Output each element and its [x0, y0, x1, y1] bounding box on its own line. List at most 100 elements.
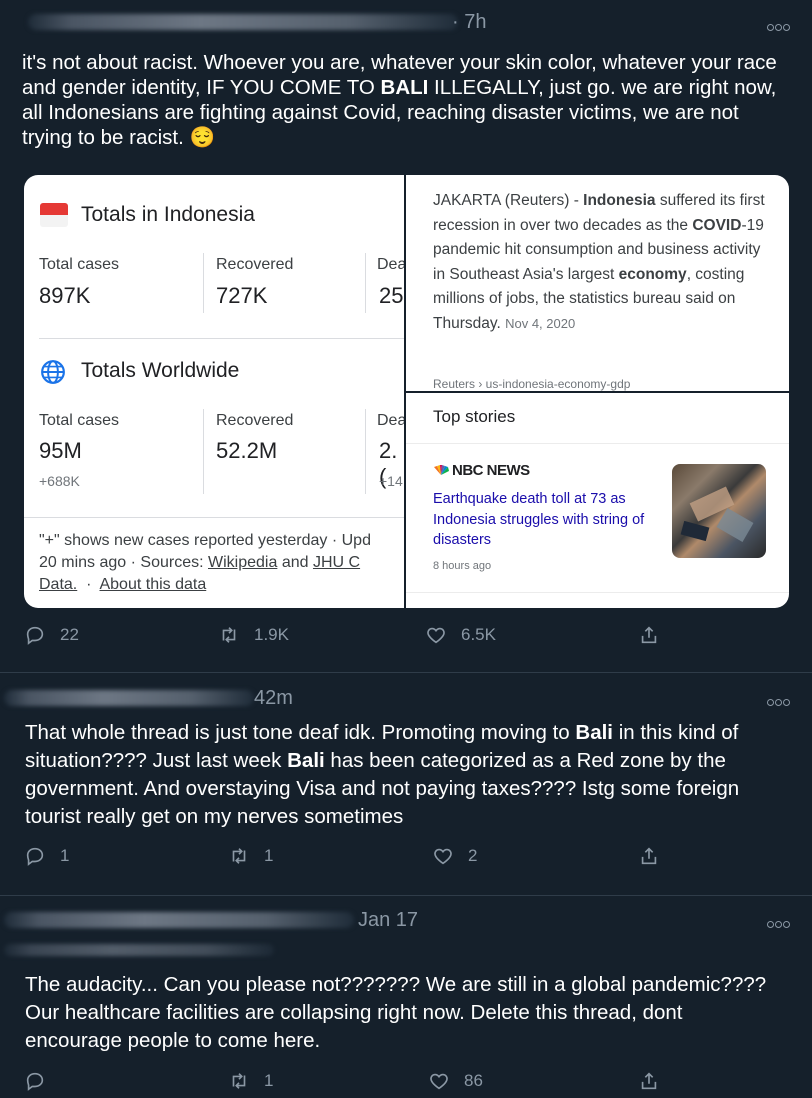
- story-headline-link[interactable]: Earthquake death toll at 73 as Indonesia…: [433, 489, 668, 551]
- more-options-icon[interactable]: [766, 693, 790, 709]
- covid-stats-panel: Totals in Indonesia Total cases Recovere…: [24, 175, 404, 608]
- top-stories-heading: Top stories: [433, 407, 516, 426]
- share-icon: [641, 626, 657, 644]
- nbc-news-logo: NBC NEWS: [433, 462, 530, 479]
- like-count: 6.5K: [461, 625, 496, 644]
- divider: [365, 253, 366, 313]
- share-button[interactable]: [638, 845, 660, 867]
- indonesia-title: Totals in Indonesia: [81, 203, 255, 226]
- divider: [406, 391, 789, 393]
- more-options-icon[interactable]: [766, 18, 790, 34]
- tweet-1[interactable]: · 7h it's not about racist. Whoever you …: [0, 0, 812, 672]
- share-button[interactable]: [638, 1070, 660, 1092]
- share-button[interactable]: [638, 624, 660, 646]
- tweet-3[interactable]: Jan 17 The audacity... Can you please no…: [0, 896, 812, 1094]
- blurred-handle: [4, 944, 274, 956]
- divider: [39, 338, 404, 339]
- retweet-count: 1.9K: [254, 625, 289, 644]
- tweet-time: Jan 17: [358, 909, 419, 931]
- tweet-text: That whole thread is just tone deaf idk.…: [25, 721, 740, 828]
- retweet-count: 1: [264, 1071, 274, 1090]
- reply-button[interactable]: [24, 1070, 60, 1092]
- and-text: and: [281, 554, 309, 571]
- tweet-text: The audacity... Can you please not??????…: [25, 973, 767, 1052]
- reply-icon: [26, 847, 44, 866]
- jhu-link[interactable]: JHU C: [313, 554, 360, 571]
- divider: [406, 592, 789, 593]
- reply-button[interactable]: 1: [24, 845, 69, 867]
- reply-icon: [26, 626, 44, 645]
- story-time: 8 hours ago: [433, 560, 492, 572]
- news-panel: JAKARTA (Reuters) - Indonesia suffered i…: [404, 175, 789, 608]
- more-options-icon[interactable]: [766, 915, 790, 931]
- stat-delta: +14: [379, 473, 403, 489]
- publisher-name: NBC NEWS: [452, 462, 530, 479]
- heart-icon: [427, 627, 445, 644]
- like-count: 86: [464, 1071, 483, 1090]
- tweet-time: · 7h: [452, 11, 487, 33]
- blurred-username: [28, 14, 458, 30]
- stat-delta: +688K: [39, 473, 80, 489]
- blurred-username: [4, 912, 354, 928]
- news-date: Nov 4, 2020: [505, 315, 576, 331]
- news-body: JAKARTA (Reuters) - Indonesia suffered i…: [433, 192, 765, 332]
- reply-count: 1: [60, 846, 70, 865]
- heart-icon: [434, 848, 452, 865]
- stat-label: Total cases: [39, 412, 120, 429]
- stat-value: 25: [379, 283, 404, 308]
- indonesia-flag-icon: [40, 203, 68, 227]
- stat-label: Recovered: [216, 256, 294, 273]
- news-source[interactable]: Reuters › us-indonesia-economy-gdp: [433, 377, 630, 391]
- footnote-line: "+" shows new cases reported yesterday ·…: [39, 532, 371, 549]
- retweet-icon: [222, 627, 236, 643]
- separator: ·: [81, 576, 96, 593]
- like-count: 2: [468, 846, 478, 865]
- retweet-button[interactable]: 1: [228, 845, 273, 867]
- share-icon: [641, 1072, 657, 1090]
- reply-icon: [26, 1072, 44, 1091]
- wikipedia-link[interactable]: Wikipedia: [208, 554, 277, 571]
- stat-label: Dea: [377, 412, 404, 429]
- embedded-image-card[interactable]: Totals in Indonesia Total cases Recovere…: [24, 175, 789, 608]
- like-button[interactable]: 86: [428, 1070, 483, 1092]
- stat-label: Dea: [377, 256, 404, 273]
- tweet-time: 42m: [254, 687, 293, 709]
- divider: [24, 517, 404, 518]
- tweet-actions: 22 1.9K 6.5K: [0, 624, 812, 652]
- retweet-button[interactable]: 1.9K: [218, 624, 289, 646]
- divider: [406, 443, 789, 444]
- divider: [365, 409, 366, 494]
- tweet-actions: 1 1 2: [0, 845, 812, 873]
- globe-icon: [41, 360, 65, 384]
- share-icon: [641, 847, 657, 865]
- stat-label: Recovered: [216, 412, 294, 429]
- retweet-button[interactable]: 1: [228, 1070, 273, 1092]
- news-snippet[interactable]: JAKARTA (Reuters) - Indonesia suffered i…: [433, 189, 773, 336]
- data-footnote: "+" shows new cases reported yesterday ·…: [39, 530, 404, 596]
- sources-prefix: · Sources:: [130, 554, 204, 571]
- reply-button[interactable]: 22: [24, 624, 79, 646]
- reply-count: 22: [60, 625, 79, 644]
- retweet-icon: [232, 848, 246, 864]
- retweet-icon: [232, 1073, 246, 1089]
- tweet-2[interactable]: 42m That whole thread is just tone deaf …: [0, 673, 812, 895]
- stat-label: Total cases: [39, 256, 120, 273]
- stat-value: 727K: [216, 283, 268, 308]
- retweet-count: 1: [264, 846, 274, 865]
- updated-text: 20 mins ago: [39, 554, 127, 571]
- stat-value: 897K: [39, 283, 91, 308]
- divider: [203, 253, 204, 313]
- like-button[interactable]: 2: [432, 845, 477, 867]
- tweet-text: it's not about racist. Whoever you are, …: [22, 51, 777, 149]
- peacock-icon: [434, 465, 449, 475]
- about-data-link[interactable]: About this data: [99, 576, 206, 593]
- heart-icon: [430, 1073, 448, 1090]
- blurred-username: [4, 690, 254, 706]
- stat-value: 52.2M: [216, 438, 278, 463]
- divider: [203, 409, 204, 494]
- story-thumbnail[interactable]: [672, 464, 766, 558]
- stat-value: 95M: [39, 438, 82, 463]
- worldwide-title: Totals Worldwide: [81, 359, 240, 382]
- data-link[interactable]: Data.: [39, 576, 77, 593]
- like-button[interactable]: 6.5K: [425, 624, 496, 646]
